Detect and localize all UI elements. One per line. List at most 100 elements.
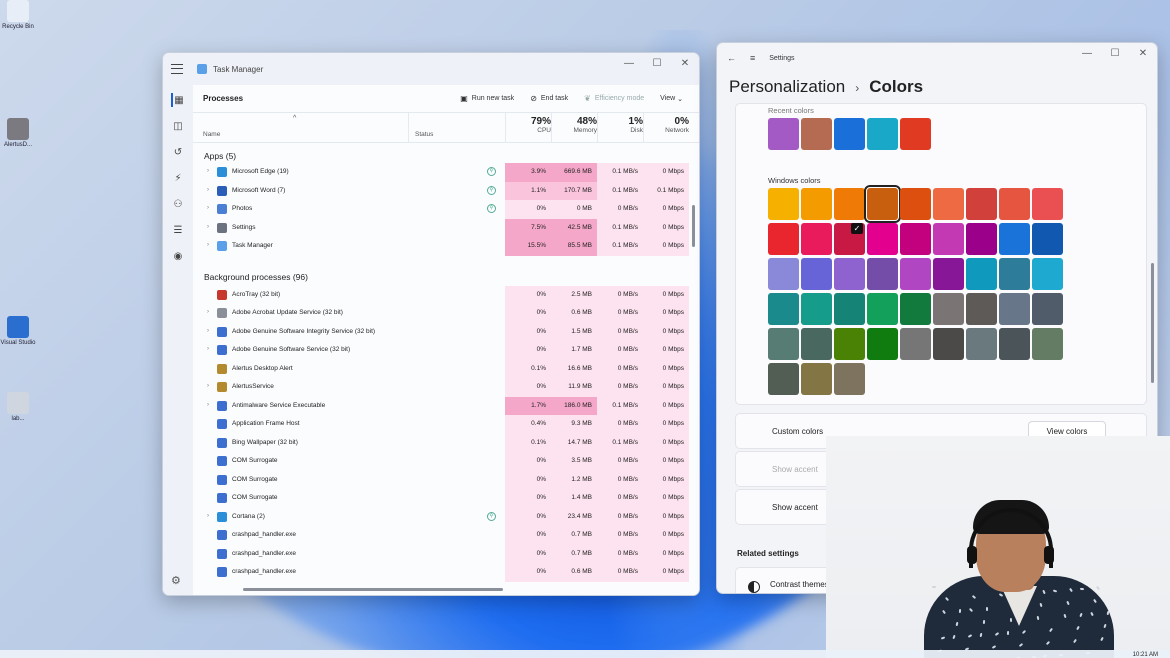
windows-color-swatch[interactable] <box>966 328 997 360</box>
hamburger-menu-icon[interactable] <box>171 64 183 74</box>
settings-scrollbar[interactable] <box>1151 263 1154 383</box>
windows-color-swatch[interactable] <box>864 185 901 223</box>
breadcrumb-personalization[interactable]: Personalization <box>729 77 845 96</box>
background-process-row[interactable]: › Antimalware Service Executable 1.7% 186.0… <box>193 396 689 415</box>
maximize-button[interactable]: ☐ <box>643 53 671 73</box>
windows-color-swatch[interactable]: ✓ <box>834 223 865 255</box>
windows-color-swatch[interactable] <box>867 328 898 360</box>
windows-color-swatch[interactable] <box>1032 293 1063 325</box>
app-process-row[interactable]: › Task Manager 15.5% 85.5 MB 0.1 MB/s 0 Mbps <box>193 237 689 256</box>
desktop-icon[interactable]: Recycle Bin <box>0 0 36 30</box>
windows-color-swatch[interactable] <box>867 223 898 255</box>
windows-color-swatch[interactable] <box>900 258 931 290</box>
windows-color-swatch[interactable] <box>834 293 865 325</box>
task-manager-titlebar[interactable]: Task Manager — ☐ ✕ <box>163 53 699 85</box>
windows-color-swatch[interactable] <box>801 223 832 255</box>
performance-nav-icon[interactable]: ◫ <box>171 119 185 133</box>
windows-color-swatch[interactable] <box>801 293 832 325</box>
windows-color-swatch[interactable] <box>768 188 799 220</box>
windows-color-swatch[interactable] <box>768 328 799 360</box>
windows-color-swatch[interactable] <box>900 328 931 360</box>
background-process-row[interactable]: Bing Wallpaper (32 bit) 0.1% 14.7 MB 0.1 MB… <box>193 433 689 452</box>
app-process-row[interactable]: › Microsoft Edge (19) ⚲ 3.9% 669.6 MB 0.1 MB/… <box>193 163 689 182</box>
services-nav-icon[interactable]: ◉ <box>171 249 185 263</box>
windows-color-swatch[interactable] <box>1032 223 1063 255</box>
windows-color-swatch[interactable] <box>933 258 964 290</box>
windows-color-swatch[interactable] <box>999 328 1030 360</box>
windows-color-swatch[interactable] <box>933 328 964 360</box>
windows-color-swatch[interactable] <box>999 223 1030 255</box>
windows-color-swatch[interactable] <box>834 188 865 220</box>
windows-color-swatch[interactable] <box>999 293 1030 325</box>
view-menu-button[interactable]: View ⌄ <box>660 95 683 103</box>
desktop-icon[interactable]: AlertusD... <box>0 118 36 148</box>
windows-color-swatch[interactable] <box>768 223 799 255</box>
windows-color-swatch[interactable] <box>900 293 931 325</box>
background-process-row[interactable]: crashpad_handler.exe 0% 0.7 MB 0 MB/s 0 Mbps <box>193 544 689 563</box>
status-column-header[interactable]: Status <box>415 131 433 138</box>
windows-color-swatch[interactable] <box>933 223 964 255</box>
background-process-row[interactable]: crashpad_handler.exe 0% 0.7 MB 0 MB/s 0 Mbps <box>193 526 689 545</box>
background-process-row[interactable]: AcroTray (32 bit) 0% 2.5 MB 0 MB/s 0 Mbps <box>193 285 689 304</box>
windows-color-swatch[interactable] <box>900 188 931 220</box>
settings-close-button[interactable]: ✕ <box>1129 43 1157 63</box>
windows-color-swatch[interactable] <box>933 188 964 220</box>
windows-color-swatch[interactable] <box>900 223 931 255</box>
vertical-scrollbar[interactable] <box>692 205 695 247</box>
taskbar-clock[interactable]: 10:21 AM <box>1133 652 1158 658</box>
background-process-row[interactable]: › Cortana (2) ⚲ 0% 23.4 MB 0 MB/s 0 Mbps <box>193 507 689 526</box>
windows-color-swatch[interactable] <box>1032 328 1063 360</box>
app-process-row[interactable]: › Microsoft Word (7) ⚲ 1.1% 170.7 MB 0.1 MB/s… <box>193 181 689 200</box>
windows-color-swatch[interactable] <box>966 223 997 255</box>
expand-chevron-icon[interactable]: › <box>207 513 209 519</box>
background-process-row[interactable]: COM Surrogate 0% 1.2 MB 0 MB/s 0 Mbps <box>193 470 689 489</box>
expand-chevron-icon[interactable]: › <box>207 205 209 211</box>
windows-color-swatch[interactable] <box>801 258 832 290</box>
recent-color-swatch[interactable] <box>768 118 799 150</box>
recent-color-swatch[interactable] <box>801 118 832 150</box>
settings-titlebar[interactable]: ← ≡ Settings — ☐ ✕ <box>717 43 1157 73</box>
windows-color-swatch[interactable] <box>933 293 964 325</box>
expand-chevron-icon[interactable]: › <box>207 346 209 352</box>
windows-color-swatch[interactable] <box>768 363 799 395</box>
disk-column-header[interactable]: 1% Disk <box>597 116 643 134</box>
windows-color-swatch[interactable] <box>966 293 997 325</box>
windows-color-swatch[interactable] <box>834 258 865 290</box>
app-history-nav-icon[interactable]: ↺ <box>171 145 185 159</box>
network-column-header[interactable]: 0% Network <box>643 116 689 134</box>
windows-color-swatch[interactable] <box>999 258 1030 290</box>
end-task-button[interactable]: ⊘ End task <box>530 94 568 103</box>
windows-color-swatch[interactable] <box>834 363 865 395</box>
background-process-row[interactable]: Alertus Desktop Alert 0.1% 16.6 MB 0 MB/s 0 … <box>193 359 689 378</box>
users-nav-icon[interactable]: ⚇ <box>171 197 185 211</box>
windows-color-swatch[interactable] <box>834 328 865 360</box>
expand-chevron-icon[interactable]: › <box>207 224 209 230</box>
windows-color-swatch[interactable] <box>1032 188 1063 220</box>
windows-color-swatch[interactable] <box>867 258 898 290</box>
startup-apps-nav-icon[interactable]: ⚡ <box>171 171 185 185</box>
windows-color-swatch[interactable] <box>801 188 832 220</box>
background-process-row[interactable]: › Adobe Genuine Software Service (32 bit)… <box>193 341 689 360</box>
desktop-icon[interactable]: lab... <box>0 392 36 422</box>
expand-chevron-icon[interactable]: › <box>207 187 209 193</box>
memory-column-header[interactable]: 48% Memory <box>551 116 597 134</box>
details-nav-icon[interactable]: ☰ <box>171 223 185 237</box>
desktop-icon[interactable]: Visual Studio <box>0 316 36 346</box>
windows-color-swatch[interactable] <box>801 328 832 360</box>
close-button[interactable]: ✕ <box>671 53 699 73</box>
background-process-row[interactable]: Application Frame Host 0.4% 9.3 MB 0 MB/s 0 … <box>193 415 689 434</box>
back-arrow-icon[interactable]: ← <box>727 53 736 63</box>
run-new-task-button[interactable]: ▣ Run new task <box>460 94 514 103</box>
windows-color-swatch[interactable] <box>966 258 997 290</box>
expand-chevron-icon[interactable]: › <box>207 168 209 174</box>
background-process-row[interactable]: › AlertusService 0% 11.9 MB 0 MB/s 0 Mbps <box>193 378 689 397</box>
expand-chevron-icon[interactable]: › <box>207 328 209 334</box>
minimize-button[interactable]: — <box>615 53 643 73</box>
windows-color-swatch[interactable] <box>768 258 799 290</box>
windows-color-swatch[interactable] <box>966 188 997 220</box>
horizontal-scrollbar[interactable] <box>243 588 503 591</box>
app-process-row[interactable]: › Photos ⚲ 0% 0 MB 0 MB/s 0 Mbps <box>193 200 689 219</box>
expand-chevron-icon[interactable]: › <box>207 309 209 315</box>
windows-color-swatch[interactable] <box>867 293 898 325</box>
background-process-row[interactable]: COM Surrogate 0% 3.5 MB 0 MB/s 0 Mbps <box>193 452 689 471</box>
